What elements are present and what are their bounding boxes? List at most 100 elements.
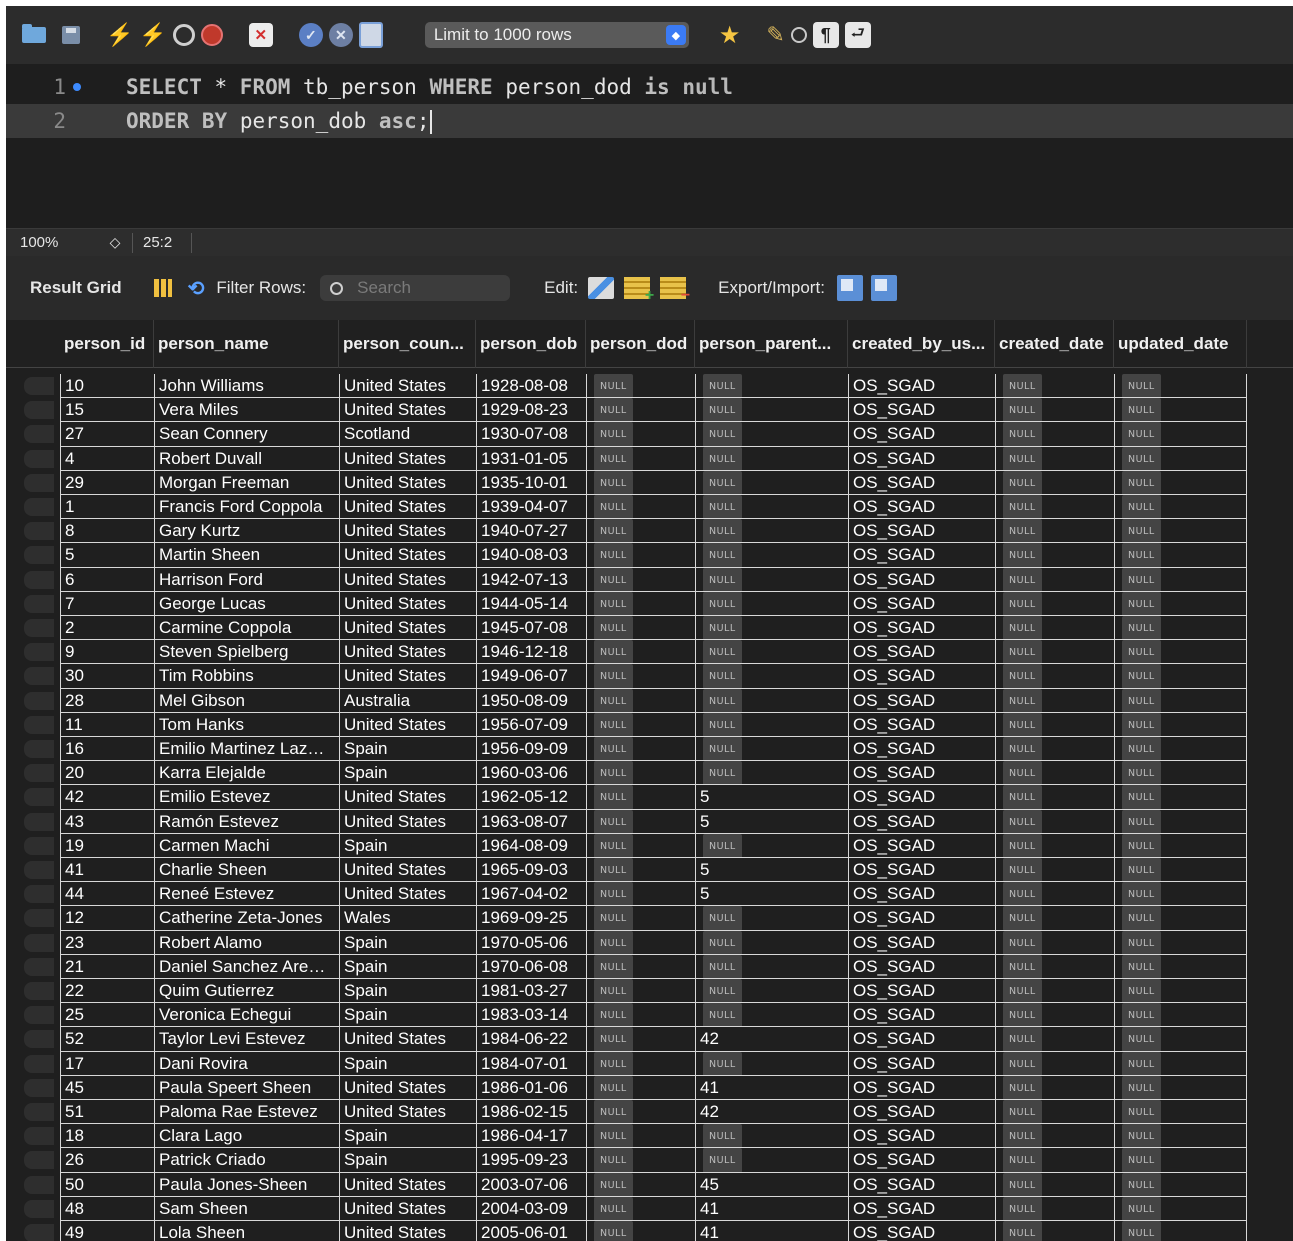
stop-button[interactable] [200, 20, 223, 50]
grid-cell[interactable]: NULL [586, 979, 695, 1004]
grid-cell[interactable]: 1929-08-23 [476, 398, 586, 423]
row-selector[interactable] [24, 764, 54, 783]
row-selector[interactable] [24, 377, 54, 395]
grid-cell[interactable]: NULL [1114, 591, 1247, 616]
grid-cell[interactable]: NULL [1114, 1100, 1247, 1125]
grid-cell[interactable]: Carmine Coppola [154, 616, 339, 641]
grid-layout-icon[interactable] [153, 279, 172, 297]
column-header-7[interactable]: created_date [995, 320, 1114, 368]
grid-cell[interactable]: NULL [586, 1172, 695, 1197]
grid-cell[interactable]: NULL [995, 567, 1114, 592]
grid-cell[interactable]: OS_SGAD [848, 761, 995, 786]
grid-cell[interactable]: NULL [995, 1172, 1114, 1197]
grid-cell[interactable]: 19 [60, 833, 154, 858]
table-row[interactable]: 41 Charlie Sheen United States 1965-09-03 NU… [6, 858, 1293, 883]
row-selector[interactable] [24, 836, 54, 855]
grid-cell[interactable]: OS_SGAD [848, 640, 995, 665]
table-row[interactable]: 5 Martin Sheen United States 1940-08-03 NULL… [6, 543, 1293, 568]
table-row[interactable]: 4 Robert Duvall United States 1931-01-05 NUL… [6, 446, 1293, 471]
grid-cell[interactable]: OS_SGAD [848, 954, 995, 979]
grid-cell[interactable]: NULL [995, 858, 1114, 883]
grid-cell[interactable]: 9 [60, 640, 154, 665]
grid-cell[interactable]: NULL [695, 543, 848, 568]
grid-cell[interactable]: NULL [586, 930, 695, 955]
grid-cell[interactable]: NULL [586, 761, 695, 786]
grid-cell[interactable]: NULL [586, 785, 695, 810]
grid-cell[interactable]: OS_SGAD [848, 1075, 995, 1100]
grid-cell[interactable]: Robert Duvall [154, 446, 339, 471]
grid-cell[interactable]: NULL [586, 1221, 695, 1241]
grid-cell[interactable]: NULL [586, 1196, 695, 1221]
column-header-0[interactable]: person_id [60, 320, 154, 368]
grid-cell[interactable]: NULL [586, 470, 695, 495]
grid-cell[interactable]: 20 [60, 761, 154, 786]
grid-cell[interactable]: Spain [339, 979, 476, 1004]
grid-cell[interactable]: 17 [60, 1051, 154, 1076]
grid-cell[interactable]: 28 [60, 688, 154, 713]
wrap-lines-button[interactable]: ⮐ [844, 20, 871, 50]
grid-cell[interactable]: 1970-06-08 [476, 954, 586, 979]
grid-cell[interactable]: NULL [586, 591, 695, 616]
grid-cell[interactable]: NULL [1114, 761, 1247, 786]
grid-cell[interactable]: Sean Connery [154, 422, 339, 447]
import-icon[interactable] [870, 275, 897, 301]
grid-cell[interactable]: United States [339, 1075, 476, 1100]
grid-cell[interactable]: Taylor Levi Estevez [154, 1027, 339, 1052]
table-row[interactable]: 8 Gary Kurtz United States 1940-07-27 NULL NU… [6, 519, 1293, 544]
code-line-1[interactable]: 1 SELECT * FROM tb_person WHERE person_d… [6, 70, 1293, 104]
row-selector[interactable] [24, 1127, 54, 1146]
grid-cell[interactable]: NULL [1114, 809, 1247, 834]
grid-cell[interactable]: OS_SGAD [848, 374, 995, 399]
grid-cell[interactable]: OS_SGAD [848, 712, 995, 737]
grid-cell[interactable]: 1995-09-23 [476, 1148, 586, 1173]
grid-cell[interactable]: NULL [1114, 664, 1247, 689]
grid-cell[interactable]: 1956-09-09 [476, 737, 586, 762]
grid-cell[interactable]: 1945-07-08 [476, 616, 586, 641]
grid-cell[interactable]: NULL [995, 1051, 1114, 1076]
row-selector[interactable] [24, 715, 54, 734]
grid-cell[interactable]: NULL [695, 712, 848, 737]
grid-cell[interactable]: NULL [586, 833, 695, 858]
grid-cell[interactable]: 1962-05-12 [476, 785, 586, 810]
grid-cell[interactable]: NULL [1114, 930, 1247, 955]
grid-cell[interactable]: Tom Hanks [154, 712, 339, 737]
grid-cell[interactable]: 45 [695, 1172, 848, 1197]
grid-cell[interactable]: NULL [695, 446, 848, 471]
grid-cell[interactable]: NULL [586, 616, 695, 641]
grid-cell[interactable]: OS_SGAD [848, 882, 995, 907]
row-selector[interactable] [24, 885, 54, 904]
row-selector[interactable] [24, 498, 54, 516]
grid-cell[interactable]: Spain [339, 1003, 476, 1028]
row-selector[interactable] [24, 1078, 54, 1097]
grid-cell[interactable]: United States [339, 664, 476, 689]
grid-cell[interactable]: Spain [339, 833, 476, 858]
grid-cell[interactable]: 1986-01-06 [476, 1075, 586, 1100]
grid-cell[interactable]: Karra Elejalde [154, 761, 339, 786]
row-selector[interactable] [24, 1151, 54, 1170]
find-button[interactable] [790, 20, 807, 50]
grid-cell[interactable]: John Williams [154, 374, 339, 399]
grid-cell[interactable]: 15 [60, 398, 154, 423]
grid-cell[interactable]: 12 [60, 906, 154, 931]
grid-cell[interactable]: Daniel Sanchez Are… [154, 954, 339, 979]
grid-cell[interactable]: United States [339, 858, 476, 883]
grid-cell[interactable]: NULL [695, 1051, 848, 1076]
grid-cell[interactable]: NULL [995, 664, 1114, 689]
grid-cell[interactable]: NULL [695, 470, 848, 495]
grid-cell[interactable]: Ramón Estevez [154, 809, 339, 834]
grid-cell[interactable]: 41 [60, 858, 154, 883]
table-row[interactable]: 23 Robert Alamo Spain 1970-05-06 NULL NULL OS_… [6, 930, 1293, 955]
grid-cell[interactable]: NULL [695, 688, 848, 713]
table-row[interactable]: 1 Francis Ford Coppola United States 1939-0… [6, 495, 1293, 520]
grid-cell[interactable]: United States [339, 495, 476, 520]
grid-cell[interactable]: NULL [995, 495, 1114, 520]
grid-cell[interactable]: 41 [695, 1075, 848, 1100]
grid-cell[interactable]: Reneé Estevez [154, 882, 339, 907]
grid-cell[interactable]: NULL [995, 809, 1114, 834]
grid-cell[interactable]: 30 [60, 664, 154, 689]
grid-cell[interactable]: NULL [586, 858, 695, 883]
grid-cell[interactable]: 42 [60, 785, 154, 810]
grid-cell[interactable]: NULL [1114, 543, 1247, 568]
grid-cell[interactable]: United States [339, 712, 476, 737]
grid-cell[interactable]: 50 [60, 1172, 154, 1197]
